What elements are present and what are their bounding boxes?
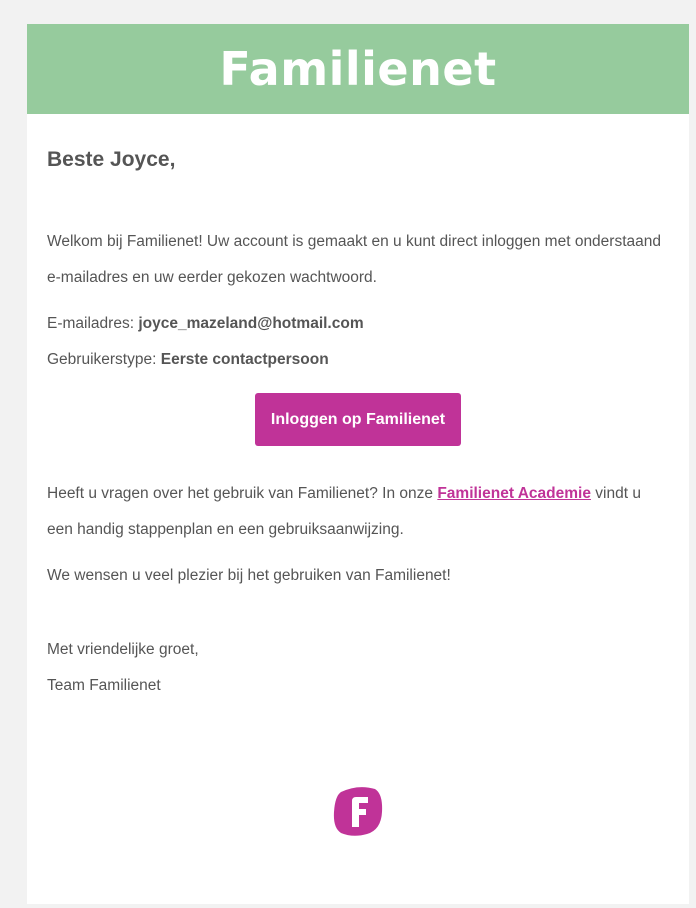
greeting: Beste Joyce,: [47, 148, 176, 171]
email-body: Beste Joyce, Welkom bij Familienet! Uw a…: [27, 148, 689, 838]
familienet-f-logo-icon: [333, 787, 383, 836]
questions-text-start: Heeft u vragen over het gebruik van Fami…: [47, 485, 434, 502]
intro-text: Welkom bij Familienet! Uw account is gem…: [47, 233, 661, 286]
account-details: E-mailadres: joyce_mazeland@hotmail.com …: [47, 306, 669, 378]
email-label: E-mailadres:: [47, 315, 134, 332]
questions-text: Heeft u vragen over het gebruik van Fami…: [47, 476, 669, 548]
button-wrap: Inloggen op Familienet: [47, 393, 669, 446]
academy-link[interactable]: Familienet Academie: [437, 485, 591, 502]
email-card: Familienet Beste Joyce, Welkom bij Famil…: [27, 24, 689, 904]
closing-text: Met vriendelijke groet,: [47, 641, 199, 658]
footer-logo-wrap: [47, 784, 669, 838]
usertype-value: Eerste contactpersoon: [160, 351, 329, 368]
usertype-row: Gebruikerstype: Eerste contactpersoon: [47, 342, 669, 378]
closing-block: Met vriendelijke groet, Team Familienet: [47, 632, 669, 704]
login-button[interactable]: Inloggen op Familienet: [254, 393, 462, 446]
usertype-label: Gebruikerstype:: [47, 351, 157, 368]
brand-logo-text: Familienet: [219, 42, 497, 96]
email-row: E-mailadres: joyce_mazeland@hotmail.com: [47, 306, 669, 342]
wishes-text: We wensen u veel plezier bij het gebruik…: [47, 567, 451, 584]
email-value: joyce_mazeland@hotmail.com: [138, 315, 364, 332]
signature-text: Team Familienet: [47, 677, 161, 694]
email-header: Familienet: [27, 24, 689, 114]
